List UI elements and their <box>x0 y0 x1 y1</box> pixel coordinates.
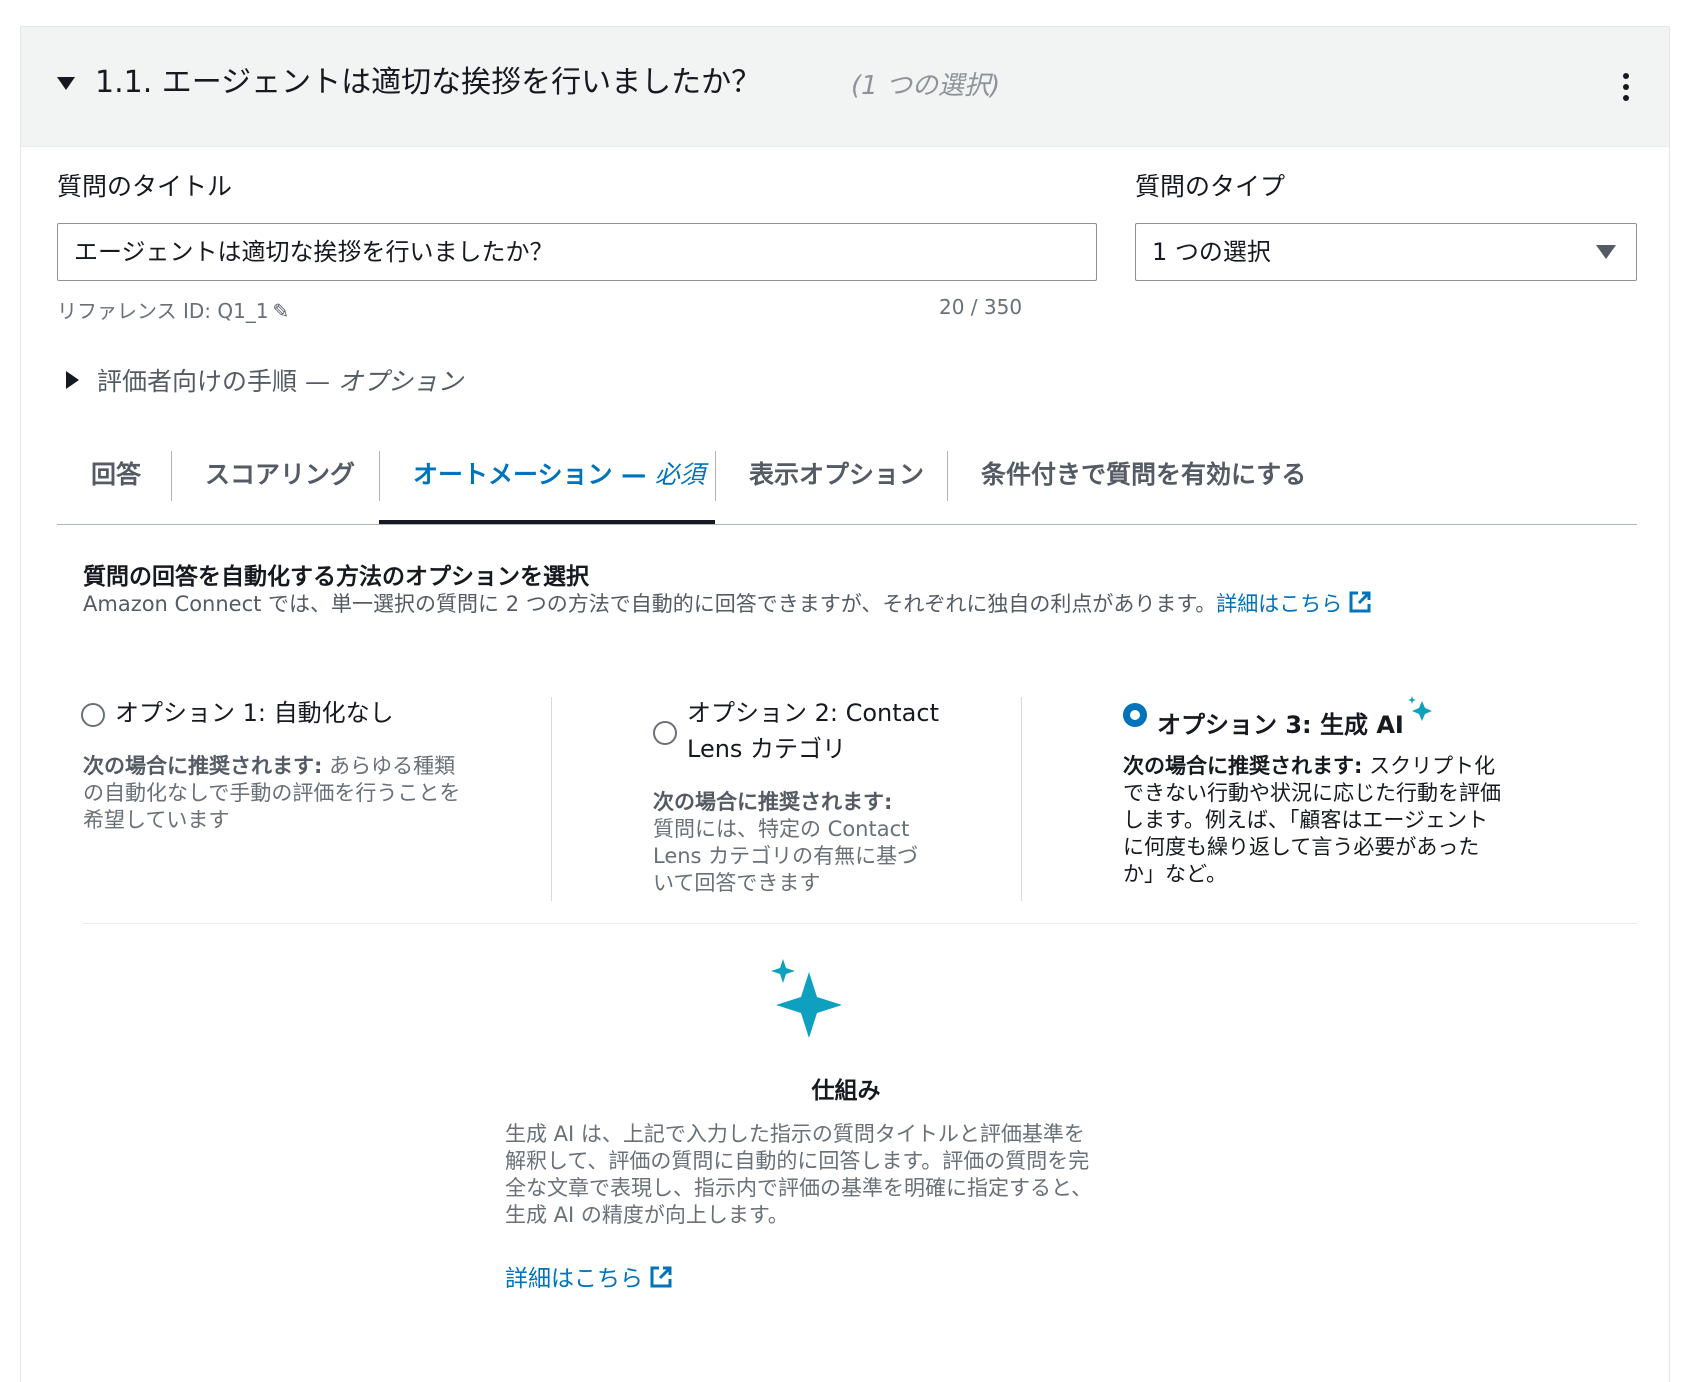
how-it-works-title: 仕組み <box>811 1078 881 1104</box>
type-field-label: 質問のタイプ <box>1135 172 1286 201</box>
option-separator <box>1021 697 1022 901</box>
option-3-description: 次の場合に推奨されます: スクリプト化できない行動や状況に応じた行動を評価します… <box>1123 754 1501 886</box>
evaluator-instructions-expander[interactable]: 評価者向けの手順 — オプション <box>66 362 463 398</box>
how-it-works-description: 生成 AI は、上記で入力した指示の質問タイトルと評価基準を解釈して、評価の質問… <box>505 1122 1093 1227</box>
caret-down-icon <box>1596 245 1616 259</box>
option-1-radio[interactable] <box>81 703 105 727</box>
active-tab-indicator <box>379 520 715 524</box>
reference-id: リファレンス ID: Q1_1 ✎ <box>57 295 289 324</box>
tab-scoring[interactable]: スコアリング <box>205 449 355 501</box>
instructions-label: 評価者向けの手順 — <box>97 367 338 396</box>
how-it-works-learn-more[interactable]: 詳細はこちら <box>505 1259 673 1293</box>
option-2-description: 次の場合に推奨されます: 質問には、特定の Contact Lens カテゴリの有… <box>653 790 919 895</box>
tab-separator <box>715 451 716 501</box>
tab-separator <box>947 451 948 501</box>
option-2-label[interactable]: オプション 2: Contact Lens カテゴリ <box>687 695 947 767</box>
option-1-label[interactable]: オプション 1: 自動化なし <box>115 695 394 731</box>
question-header: 1.1. エージェントは適切な挨拶を行いましたか？ (1 つの選択) <box>21 27 1669 147</box>
caret-down-icon[interactable] <box>57 77 75 90</box>
automation-description: Amazon Connect では、単一選択の質問に 2 つの方法で自動的に回答… <box>83 588 1372 618</box>
external-link-icon[interactable] <box>1348 590 1372 614</box>
tab-automation[interactable]: オートメーション — 必須 <box>413 449 705 501</box>
caret-right-icon <box>66 371 79 389</box>
question-type-value: 1 つの選択 <box>1152 238 1271 266</box>
question-title: 1.1. エージェントは適切な挨拶を行いましたか？ <box>95 65 762 100</box>
sparkle-icon <box>771 959 842 1038</box>
char-count: 20 / 350 <box>939 295 1023 319</box>
learn-more-link[interactable]: 詳細はこちら <box>505 1266 643 1292</box>
option-separator <box>551 697 552 901</box>
option-2-radio[interactable] <box>653 721 677 745</box>
question-title-input[interactable]: エージェントは適切な挨拶を行いましたか？ <box>57 223 1097 281</box>
question-type-subtitle: (1 つの選択) <box>851 71 1001 101</box>
tab-display-options[interactable]: 表示オプション <box>749 449 924 501</box>
option-3-label[interactable]: オプション 3: 生成 AI <box>1157 695 1436 743</box>
sparkle-icon <box>1407 696 1432 721</box>
reference-id-text: リファレンス ID: Q1_1 <box>57 299 269 323</box>
automation-title: 質問の回答を自動化する方法のオプションを選択 <box>83 564 589 590</box>
question-type-select[interactable]: 1 つの選択 <box>1135 223 1637 281</box>
option-1-description: 次の場合に推奨されます: あらゆる種類の自動化なしで手動の評価を行うことを希望し… <box>83 754 461 832</box>
external-link-icon[interactable] <box>649 1265 673 1289</box>
tab-conditional[interactable]: 条件付きで質問を有効にする <box>981 449 1306 501</box>
pencil-icon[interactable]: ✎ <box>273 299 290 323</box>
option-3-radio[interactable] <box>1123 703 1147 727</box>
kebab-menu-icon[interactable] <box>1616 73 1636 107</box>
title-field-label: 質問のタイトル <box>57 172 233 201</box>
section-divider <box>83 923 1637 924</box>
tab-separator <box>379 451 380 501</box>
learn-more-link[interactable]: 詳細はこちら <box>1216 592 1342 616</box>
tab-answers[interactable]: 回答 <box>91 449 141 501</box>
question-tabs: 回答 スコアリング オートメーション — 必須 表示オプション 条件付きで質問を… <box>57 427 1637 525</box>
question-card: 1.1. エージェントは適切な挨拶を行いましたか？ (1 つの選択) 質問のタイ… <box>20 26 1670 1382</box>
tab-separator <box>171 451 172 501</box>
instructions-optional: オプション <box>337 367 463 396</box>
